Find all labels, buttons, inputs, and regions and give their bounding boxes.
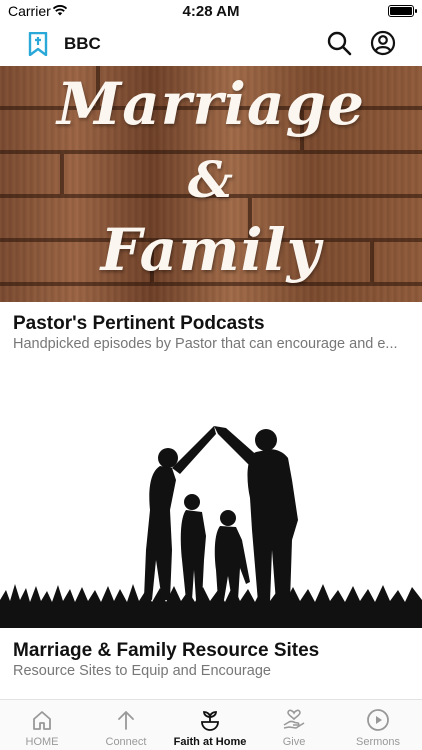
tab-label: Connect [105, 736, 147, 748]
card-subtitle: Handpicked episodes by Pastor that can e… [13, 336, 398, 352]
app-title: BBC [64, 34, 101, 53]
tab-home[interactable]: HOME [0, 700, 84, 750]
banner-text-line: & [187, 150, 235, 209]
family-silhouette-image [0, 426, 422, 628]
podcasts-card[interactable]: Marriage & Family Pastor's Pertinent Pod… [0, 66, 422, 352]
marriage-family-banner: Marriage & Family [0, 66, 422, 302]
arrow-up-icon [118, 711, 134, 730]
tab-give[interactable]: Give [252, 700, 336, 750]
battery-icon [388, 5, 417, 17]
sprout-bowl-icon [201, 711, 219, 731]
banner-text-line: Marriage [57, 70, 365, 138]
tab-bar: HOME Connect Faith at Home Give Sermons [0, 699, 422, 750]
family-silhouette-illustration [0, 370, 422, 628]
banner-text-line: Family [100, 216, 322, 284]
account-icon[interactable] [370, 30, 396, 56]
status-time: 4:28 AM [182, 3, 240, 20]
search-icon[interactable] [326, 30, 352, 56]
home-icon [33, 711, 51, 730]
card-subtitle: Resource Sites to Equip and Encourage [13, 663, 271, 679]
card-title: Pastor's Pertinent Podcasts [13, 313, 265, 334]
card-title: Marriage & Family Resource Sites [13, 640, 320, 661]
app-header: BBC [0, 22, 422, 66]
battery-level [390, 7, 412, 15]
tab-faith-at-home[interactable]: Faith at Home [168, 700, 252, 750]
resource-sites-card[interactable]: Marriage & Family Resource Sites Resourc… [0, 370, 422, 679]
tab-sermons[interactable]: Sermons [336, 700, 420, 750]
hand-heart-icon [283, 709, 305, 729]
tab-label: Sermons [355, 736, 401, 748]
bookmark-cross-icon[interactable] [28, 32, 48, 56]
tab-label: Faith at Home [173, 736, 247, 748]
tab-label: HOME [25, 736, 59, 748]
tab-label: Give [282, 736, 306, 748]
tab-connect[interactable]: Connect [84, 700, 168, 750]
play-circle-icon [367, 709, 389, 731]
status-bar: Carrier 4:28 AM [0, 0, 422, 22]
